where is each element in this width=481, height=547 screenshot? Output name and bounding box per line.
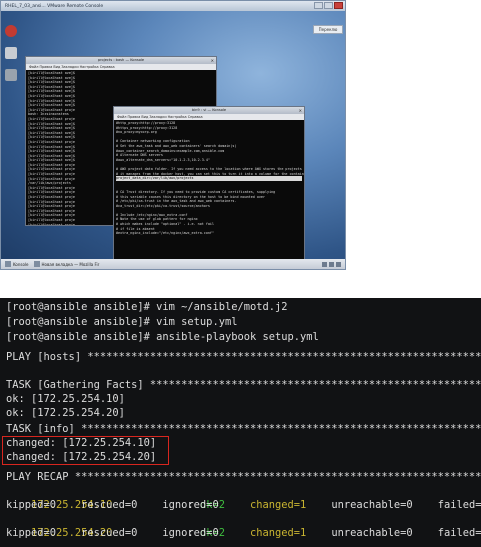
task-gathering-facts-header: TASK [Gathering Facts] *****************… bbox=[6, 379, 481, 391]
volume-icon[interactable] bbox=[329, 261, 334, 267]
desktop-app-icon[interactable] bbox=[5, 25, 17, 37]
recap-row: 172.25.254.20 : ok=2 changed=1 unreachab… bbox=[6, 512, 481, 539]
recap-changed: changed=1 bbox=[250, 527, 307, 539]
vmware-titlebar[interactable]: RHEL_7_03_ansi... VMware Remote Console bbox=[1, 1, 345, 11]
recap-failed: failed=0 bbox=[437, 527, 481, 539]
firefox-icon bbox=[33, 261, 40, 267]
desktop-folder-icon[interactable] bbox=[5, 69, 17, 81]
switch-button[interactable]: Переклю bbox=[313, 25, 343, 34]
recap-row-continued: kipped=0 rescued=0 ignored=0 bbox=[6, 499, 219, 511]
highlight-box bbox=[2, 436, 169, 465]
play-header: PLAY [hosts] ***************************… bbox=[6, 351, 481, 363]
konsole-vi-titlebar[interactable]: bin9 : vi — Konsole bbox=[114, 107, 304, 114]
vmware-console-window: RHEL_7_03_ansi... VMware Remote Console … bbox=[0, 0, 346, 270]
konsole-projects-titlebar[interactable]: projects : bash — Konsole bbox=[26, 57, 216, 64]
minimize-icon[interactable] bbox=[314, 2, 323, 9]
vmware-title: RHEL_7_03_ansi... VMware Remote Console bbox=[5, 3, 104, 9]
term2-line: # AWX project data folder. If you need a… bbox=[116, 166, 302, 171]
vi-editor-content[interactable]: #http_proxy=http://proxy:3128 #https_prox… bbox=[114, 120, 304, 237]
recap-unreachable: unreachable=0 bbox=[331, 527, 413, 539]
maximize-icon[interactable] bbox=[324, 2, 333, 9]
window-buttons bbox=[314, 2, 343, 9]
konsole-icon bbox=[5, 261, 11, 267]
shell-prompt-line: [root@ansible ansible]# vim setup.yml bbox=[6, 316, 238, 328]
desktop-file-icon[interactable] bbox=[5, 47, 17, 59]
task-ok-line: ok: [172.25.254.10] bbox=[6, 393, 125, 405]
recap-row: 172.25.254.10 : ok=2 changed=1 unreachab… bbox=[6, 484, 481, 511]
guest-taskbar: Konsole Новая вкладка — Mozilla Fir bbox=[1, 259, 345, 269]
konsole-vi-window[interactable]: bin9 : vi — Konsole Файл Правка Вид Закл… bbox=[113, 106, 305, 266]
system-tray bbox=[322, 261, 341, 267]
shell-prompt-line: [root@ansible ansible]# vim ~/ansible/mo… bbox=[6, 301, 288, 313]
term2-line: #extra_nginx_include="/etc/nginx/awx_ext… bbox=[116, 231, 214, 236]
clock-icon[interactable] bbox=[336, 261, 341, 267]
guest-desktop: Переклю projects : bash — Konsole Файл П… bbox=[1, 11, 345, 266]
network-icon[interactable] bbox=[322, 261, 327, 267]
taskbar-item-konsole[interactable]: Konsole bbox=[5, 261, 29, 267]
taskbar-item-firefox[interactable]: Новая вкладка — Mozilla Fir bbox=[33, 261, 99, 267]
recap-failed: failed=0 bbox=[437, 499, 481, 511]
play-recap-header: PLAY RECAP *****************************… bbox=[6, 471, 481, 483]
close-icon[interactable] bbox=[334, 2, 343, 9]
recap-unreachable: unreachable=0 bbox=[331, 499, 413, 511]
recap-changed: changed=1 bbox=[250, 499, 307, 511]
term2-line: # CA Trust directory. If you need to pro… bbox=[116, 189, 276, 194]
shell-prompt-line: [root@ansible ansible]# ansible-playbook… bbox=[6, 331, 319, 343]
ansible-terminal[interactable]: [root@ansible ansible]# vim ~/ansible/mo… bbox=[0, 298, 481, 547]
task-info-header: TASK [info] ****************************… bbox=[6, 423, 481, 435]
task-ok-line: ok: [172.25.254.20] bbox=[6, 407, 125, 419]
recap-row-continued: kipped=0 rescued=0 ignored=0 bbox=[6, 527, 219, 539]
